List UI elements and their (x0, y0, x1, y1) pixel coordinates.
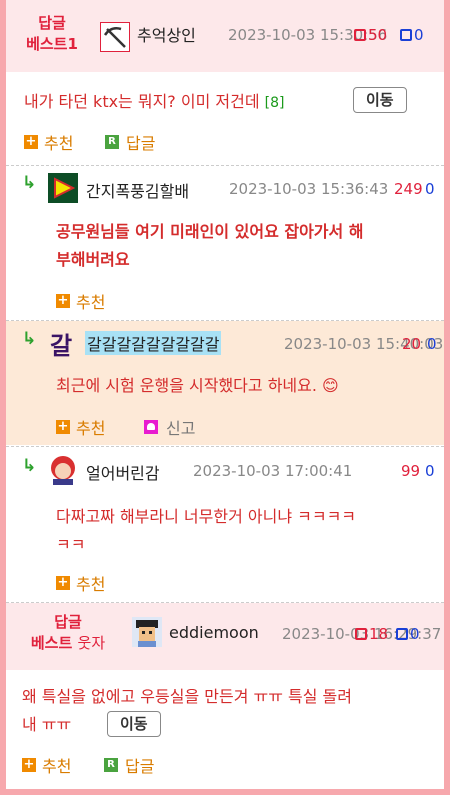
best-badge-line2: 베스트1 (26, 35, 78, 53)
recommend-label: 추천 (76, 419, 106, 438)
upvote-count[interactable]: 249 (394, 180, 423, 198)
comment-body: 내가 타던 ktx는 뭐지? 이미 저건데 [8] (24, 88, 285, 117)
best-badge-category: 웃자 (77, 634, 106, 652)
reply-button[interactable]: R 답글 (104, 753, 154, 777)
pickaxe-avatar-icon[interactable] (100, 22, 130, 52)
plus-icon: + (56, 419, 70, 434)
best-badge-line1: 답글 (54, 613, 82, 631)
comment-nickname[interactable]: 얼어버린감 (86, 460, 160, 484)
pixel-man-avatar-icon[interactable] (132, 617, 162, 647)
thumbs-down-icon (396, 628, 408, 640)
comment-body: 공무원님들 여기 미래인이 있어요 잡아가서 해 부해버려요 (56, 218, 364, 274)
reply-r-icon: R (105, 135, 119, 149)
comment-date: 2023-10-03 17:00:41 (193, 462, 353, 480)
reply-label: 답글 (125, 757, 155, 776)
best-badge-line2: 베스트 (30, 634, 73, 652)
reply-count: [8] (264, 95, 285, 111)
comment-text: 최근에 시험 운행을 시작했다고 하네요. 😊 (56, 376, 339, 395)
red-hair-girl-avatar-icon[interactable] (48, 455, 78, 485)
thumbs-down-icon (400, 29, 412, 41)
thumbs-up-icon (354, 29, 366, 41)
upvote-count: 18 (369, 625, 389, 643)
downvote-count: 0 (410, 625, 420, 643)
upvote-button[interactable]: 50 (354, 26, 387, 44)
nickname-glyph-icon: 갈 (50, 332, 73, 360)
reply-button[interactable]: R 답글 (105, 130, 155, 154)
comment-nickname[interactable]: 갈갈갈갈갈갈갈갈갈 (85, 331, 222, 355)
recommend-label: 추천 (76, 293, 106, 312)
comment-body: 다짜고짜 해부라니 너무한거 아니냐 ㅋㅋㅋㅋ ㅋㅋ (56, 503, 356, 559)
comment-text-line1: 왜 특실을 없에고 우등실을 만든겨 ㅠㅠ 특실 돌려 (22, 687, 353, 706)
recommend-button[interactable]: + 추천 (56, 415, 105, 439)
upvote-button[interactable]: 18 (355, 625, 388, 643)
recommend-button[interactable]: + 추천 (24, 130, 73, 154)
divider (6, 165, 444, 166)
play-triangle-avatar-icon[interactable] (48, 173, 78, 203)
reply-label: 답글 (126, 134, 156, 153)
divider (6, 446, 444, 447)
move-button[interactable]: 이동 (107, 711, 161, 737)
comment-text-line2: ㅋㅋ (56, 535, 86, 554)
comment-date: 2023-10-03 15:36:43 (229, 180, 389, 198)
upvote-count[interactable]: 99 (401, 462, 420, 480)
plus-icon: + (24, 134, 38, 149)
downvote-button[interactable]: 0 (394, 625, 420, 643)
best-badge-line1: 답글 (38, 14, 66, 32)
recommend-label: 추천 (42, 757, 72, 776)
recommend-button[interactable]: + 추천 (56, 571, 105, 595)
comment-nickname[interactable]: eddiemoon (169, 623, 259, 642)
plus-icon: + (22, 757, 36, 772)
plus-icon: + (56, 575, 70, 590)
report-button[interactable]: 신고 (144, 415, 195, 439)
plus-icon: + (56, 293, 70, 308)
comment-text: 내가 타던 ktx는 뭐지? 이미 저건데 (24, 92, 260, 111)
best-badge: 답글 베스트 웃자 (18, 612, 118, 654)
reply-arrow-icon: ↳ (22, 456, 37, 476)
comment-text-line1: 공무원님들 여기 미래인이 있어요 잡아가서 해 (56, 222, 364, 241)
comment-nickname[interactable]: 추억상인 (137, 22, 196, 46)
downvote-count[interactable]: 0 (425, 180, 435, 198)
comment-body: 왜 특실을 없에고 우등실을 만든겨 ㅠㅠ 특실 돌려 내 ㅠㅠ (22, 683, 352, 739)
downvote-count: 0 (414, 26, 424, 44)
comment-text-line2: 내 ㅠㅠ (22, 715, 72, 734)
move-button[interactable]: 이동 (353, 87, 407, 113)
reply-arrow-icon: ↳ (22, 329, 37, 349)
downvote-count[interactable]: 0 (427, 335, 437, 353)
recommend-label: 추천 (44, 134, 74, 153)
recommend-button[interactable]: + 추천 (56, 289, 105, 313)
report-bell-icon (144, 420, 158, 434)
reply-r-icon: R (104, 758, 118, 772)
downvote-count[interactable]: 0 (425, 462, 435, 480)
upvote-count: 50 (368, 26, 388, 44)
comment-text-line1: 다짜고짜 해부라니 너무한거 아니냐 ㅋㅋㅋㅋ (56, 507, 357, 526)
reply-arrow-icon: ↳ (22, 173, 37, 193)
report-label: 신고 (166, 419, 196, 438)
recommend-label: 추천 (76, 575, 106, 594)
comment-nickname[interactable]: 간지폭풍김할배 (86, 178, 189, 202)
comment-panel: 답글 베스트1 추억상인 2023-10-03 15:30:56 50 0 내가… (6, 0, 444, 789)
upvote-count[interactable]: 20 (402, 335, 421, 353)
comment-body: 최근에 시험 운행을 시작했다고 하네요. 😊 (56, 372, 339, 400)
recommend-button[interactable]: + 추천 (22, 753, 71, 777)
thumbs-up-icon (355, 628, 367, 640)
comment-text-line2: 부해버려요 (56, 250, 130, 269)
best-badge: 답글 베스트1 (20, 13, 84, 55)
downvote-button[interactable]: 0 (398, 26, 424, 44)
